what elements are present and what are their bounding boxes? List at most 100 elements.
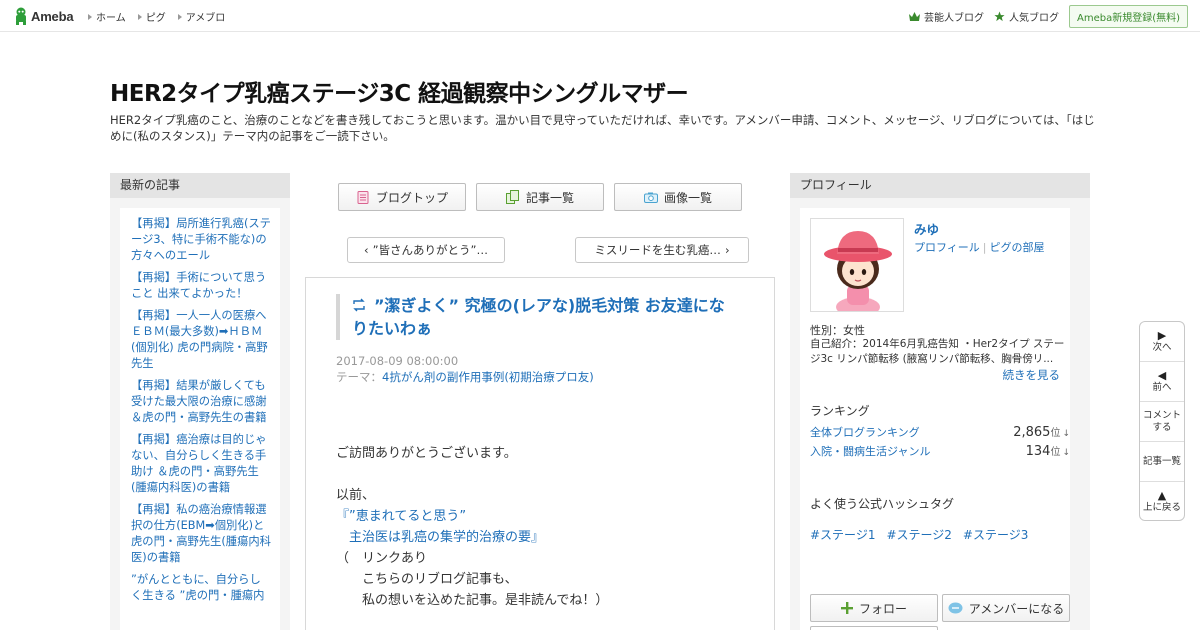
article-theme-link[interactable]: 4抗がん剤の副作用事例(初期治療プロ友) [382, 370, 594, 384]
profile-sex: 性別：女性 [810, 324, 865, 337]
article: ”潔ぎよく” 究極の(レアな)脱毛対策 お友達になりたいわぁ 2017-08-0… [305, 277, 775, 630]
article-list-nav-label: 記事一覧 [1142, 455, 1181, 467]
floating-nav: ▶ 次へ ◀ 前へ コメント する 記事一覧 ▲ 上に戻る [1139, 321, 1185, 521]
right-sidebar: プロフィール みゆ プロフィール | ピグの部屋 性別：女性 自己紹介：2014年6… [790, 173, 1090, 630]
register-button[interactable]: Ameba新規登録(無料) [1068, 5, 1188, 28]
ranking-value: 134 [1025, 444, 1051, 459]
camera-icon [643, 190, 658, 204]
article-list-label: 記事一覧 [525, 190, 574, 205]
next-article-button[interactable]: ミスリードを生む乳癌… › [575, 237, 749, 263]
ranking-label[interactable]: 全体ブログランキング [810, 424, 920, 440]
next-button[interactable]: ▶ 次へ [1140, 322, 1184, 362]
theme-prefix: テーマ： [336, 370, 382, 384]
article-body: ご訪問ありがとうございます。 以前、 『”恵まれてると思う” 主治医は乳癌の集学… [336, 443, 756, 611]
amember-icon [948, 602, 963, 614]
reader-button[interactable] [810, 626, 938, 630]
nav-label: ホーム [96, 13, 126, 24]
avatar[interactable] [810, 218, 904, 312]
profile-links: プロフィール | ピグの部屋 [914, 239, 1045, 255]
body-link[interactable]: 『”恵まれてると思う” [336, 506, 756, 527]
hashtag-link[interactable]: #ステージ1 [810, 526, 875, 543]
back-to-top-label: 上に戻る [1142, 501, 1181, 513]
nav-label: ピグ [145, 13, 166, 24]
ranking-label[interactable]: 入院・闘病生活ジャンル [810, 443, 930, 459]
triangle-right-icon: ▶ [1157, 328, 1167, 342]
recent-article-link[interactable]: 【再掲】癌治療は目的じゃない、自分らしく生きる手助け ＆虎の門・高野先生(腫瘍内… [131, 432, 272, 496]
blog-top-button[interactable]: ブログトップ [338, 183, 466, 211]
reblog-icon [353, 298, 365, 312]
article-title[interactable]: ”潔ぎよく” 究極の(レアな)脱毛対策 お友達になりたいわぁ [352, 294, 736, 340]
body-line: こちらのリブログ記事も、 [336, 572, 518, 587]
ranking-row: 入院・闘病生活ジャンル 134位 ↓ [810, 443, 1070, 459]
logo-text: Ameba [31, 8, 74, 24]
prev-article-label: ”皆さんありがとう”… [372, 243, 489, 257]
blog-title[interactable]: HER2タイプ乳癌ステージ3C 経過観察中シングルマザー [110, 74, 689, 108]
crown-icon [908, 12, 920, 21]
celebrity-blog-label: 芸能人ブログ [923, 13, 984, 24]
body-line: 以前、 [336, 488, 376, 503]
popular-blog-link[interactable]: 人気ブログ [994, 9, 1059, 24]
body-line: ご訪問ありがとうございます。 [336, 446, 517, 461]
amember-button[interactable]: アメンバーになる [942, 594, 1070, 622]
copy-icon [506, 190, 520, 204]
pigg-room-link[interactable]: ピグの部屋 [990, 241, 1045, 254]
image-list-label: 画像一覧 [663, 190, 712, 205]
follow-label: フォロー [858, 601, 907, 616]
document-icon [356, 190, 370, 204]
profile-link[interactable]: プロフィール [914, 241, 980, 254]
header-right: 芸能人ブログ 人気ブログ Ameba新規登録(無料) [908, 5, 1188, 28]
ranking-heading: ランキング [810, 404, 870, 418]
nav-pigg[interactable]: ピグ [137, 9, 166, 24]
blog-menu-buttons: ブログトップ 記事一覧 画像一覧 [338, 183, 742, 211]
comment-button[interactable]: コメント する [1140, 402, 1184, 442]
follow-actions: フォロー アメンバーになる [810, 594, 1070, 622]
article-date: 2017-08-09 08:00:00 [336, 354, 459, 368]
image-list-button[interactable]: 画像一覧 [614, 183, 742, 211]
body-link[interactable]: 主治医は乳癌の集学的治療の要』 [336, 527, 756, 548]
caret-right-icon [137, 13, 142, 20]
body-line: （ リンクあり [336, 551, 428, 566]
recent-article-link[interactable]: 【再掲】局所進行乳癌(ステージ3、特に手術不能な)の方々へのエール [131, 216, 272, 264]
follow-button[interactable]: フォロー [810, 594, 938, 622]
global-nav: ホーム ピグ アメブロ [88, 9, 225, 24]
back-to-top-button[interactable]: ▲ 上に戻る [1140, 482, 1184, 520]
profile-name[interactable]: みゆ [914, 219, 939, 238]
blog-description: HER2タイプ乳癌のこと、治療のことなどを書き残しておこうと思います。温かい目で… [110, 113, 1095, 143]
recent-article-link[interactable]: 【再掲】結果が厳しくても受けた最大限の治療に感謝 ＆虎の門・高野先生の書籍 [131, 378, 272, 426]
ranking-unit: 位 [1050, 428, 1061, 439]
article-title-text: ”潔ぎよく” 究極の(レアな)脱毛対策 お友達になりたいわぁ [352, 296, 725, 338]
recent-articles-heading: 最新の記事 [110, 173, 290, 198]
arrow-down-icon: ↓ [1062, 448, 1070, 458]
ameba-logo[interactable]: Ameba [14, 6, 74, 26]
article-list-nav-button[interactable]: 記事一覧 [1140, 442, 1184, 482]
recent-article-link[interactable]: 【再掲】一人一人の医療へ ＥＢＭ(最大多数)➡ＨＢＭ(個別化) 虎の門病院・高野… [131, 308, 272, 372]
ranking-value: 2,865 [1013, 425, 1051, 440]
next-article-label: ミスリードを生む乳癌… [594, 243, 721, 257]
recent-article-link[interactable]: 【再掲】手術について思うこと 出来てよかった！ [131, 270, 272, 302]
hashtag-link[interactable]: #ステージ2 [886, 526, 951, 543]
read-more-link[interactable]: 続きを見る [1003, 367, 1061, 383]
article-list-button[interactable]: 記事一覧 [476, 183, 604, 211]
triangle-up-icon: ▲ [1157, 488, 1167, 502]
profile-intro: 自己紹介：2014年6月乳癌告知 ・Her2タイプ ステージ3c リンパ節転移 … [810, 338, 1065, 365]
nav-ameblo[interactable]: アメブロ [177, 9, 226, 24]
comment-label-2: する [1152, 421, 1172, 433]
hashtag-heading: よく使う公式ハッシュタグ [810, 497, 955, 511]
hashtag-list: #ステージ1 #ステージ2 #ステージ3 [810, 526, 1028, 543]
star-icon [994, 11, 1005, 22]
recent-article-link[interactable]: 【再掲】私の癌治療情報選択の仕方(EBM➡個別化)と虎の門・高野先生(腫瘍内科医… [131, 502, 272, 566]
ranking-row: 全体ブログランキング 2,865位 ↓ [810, 424, 1070, 440]
caret-right-icon [177, 13, 182, 20]
celebrity-blog-link[interactable]: 芸能人ブログ [908, 9, 984, 24]
hashtag-link[interactable]: #ステージ3 [963, 526, 1028, 543]
left-sidebar: 最新の記事 【再掲】局所進行乳癌(ステージ3、特に手術不能な)の方々へのエール … [110, 173, 290, 630]
global-header: Ameba ホーム ピグ アメブロ 芸能人ブログ 人気ブログ Ameba新規登録… [0, 0, 1200, 32]
nav-label: アメブロ [185, 13, 226, 24]
prev-button[interactable]: ◀ 前へ [1140, 362, 1184, 402]
arrow-down-icon: ↓ [1062, 429, 1070, 439]
recent-article-link[interactable]: ”がんとともに、自分らしく生きる ”虎の門・腫瘍内 [131, 572, 272, 604]
prev-article-button[interactable]: ‹ ”皆さんありがとう”… [347, 237, 505, 263]
nav-home[interactable]: ホーム [88, 9, 126, 24]
next-label: 次へ [1152, 341, 1172, 353]
